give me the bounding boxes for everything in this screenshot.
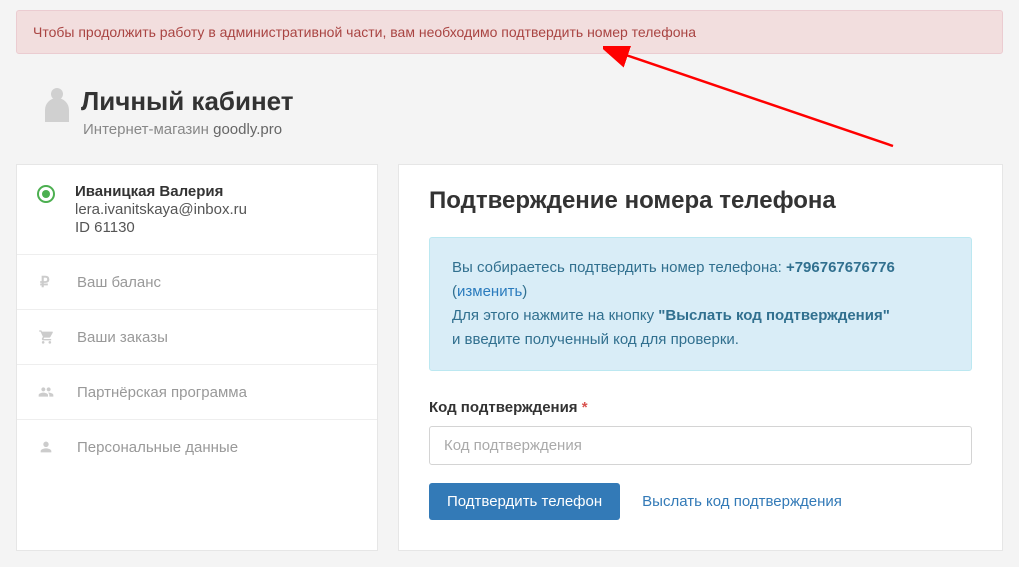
sidebar-item-label: Партнёрская программа [77,384,247,401]
phone-number: +796767676776 [786,259,895,276]
ruble-icon: ₽ [37,273,55,291]
page-subtitle: Интернет-магазин goodly.pro [83,121,294,138]
sidebar-item-personal-data[interactable]: Персональные данные [17,420,377,474]
info-line-3: и введите полученный код для проверки. [452,328,949,352]
required-marker: * [582,399,588,416]
confirmation-code-input[interactable] [429,426,972,465]
sidebar-item-label: Персональные данные [77,439,238,456]
code-label-text: Код подтверждения [429,399,578,416]
user-email: lera.ivanitskaya@inbox.ru [75,201,247,218]
info-box: Вы собираетесь подтвердить номер телефон… [429,237,972,371]
user-silhouette-icon [45,98,69,122]
page-header: Личный кабинет Интернет-магазин goodly.p… [0,54,1019,148]
sidebar-item-affiliate[interactable]: Партнёрская программа [17,365,377,420]
code-field-label: Код подтверждения * [429,399,972,416]
sidebar: Иваницкая Валерия lera.ivanitskaya@inbox… [16,164,378,551]
main-content: Подтверждение номера телефона Вы собирае… [398,164,1003,551]
user-icon [37,438,55,456]
info-line-1: Вы собираетесь подтвердить номер телефон… [452,256,949,304]
warning-alert: Чтобы продолжить работу в административн… [16,10,1003,54]
user-info: Иваницкая Валерия lera.ivanitskaya@inbox… [75,183,247,236]
info-line-2: Для этого нажмите на кнопку "Выслать код… [452,304,949,328]
confirm-phone-button[interactable]: Подтвердить телефон [429,483,620,520]
main-layout: Иваницкая Валерия lera.ivanitskaya@inbox… [0,148,1019,567]
button-row: Подтвердить телефон Выслать код подтверж… [429,483,972,520]
sidebar-item-label: Ваш баланс [77,274,161,291]
users-icon [37,383,55,401]
svg-text:₽: ₽ [40,274,50,290]
info-line1-prefix: Вы собираетесь подтвердить номер телефон… [452,259,786,276]
change-phone-link[interactable]: изменить [457,283,522,300]
user-name: Иваницкая Валерия [75,183,247,200]
main-heading: Подтверждение номера телефона [429,187,972,215]
store-name: goodly.pro [213,121,282,138]
user-id: ID 61130 [75,219,247,236]
page-title: Личный кабинет [81,86,294,117]
sidebar-item-label: Ваши заказы [77,329,168,346]
sidebar-item-balance[interactable]: ₽ Ваш баланс [17,255,377,310]
sidebar-user-block: Иваницкая Валерия lera.ivanitskaya@inbox… [17,165,377,255]
online-status-icon [37,185,55,203]
info-line2-emphasis: "Выслать код подтверждения" [658,307,890,324]
title-block: Личный кабинет Интернет-магазин goodly.p… [81,86,294,138]
sidebar-item-orders[interactable]: Ваши заказы [17,310,377,365]
info-line2-prefix: Для этого нажмите на кнопку [452,307,658,324]
subtitle-prefix: Интернет-магазин [83,121,213,138]
cart-icon [37,328,55,346]
alert-message: Чтобы продолжить работу в административн… [33,24,696,40]
resend-code-link[interactable]: Выслать код подтверждения [642,493,842,510]
